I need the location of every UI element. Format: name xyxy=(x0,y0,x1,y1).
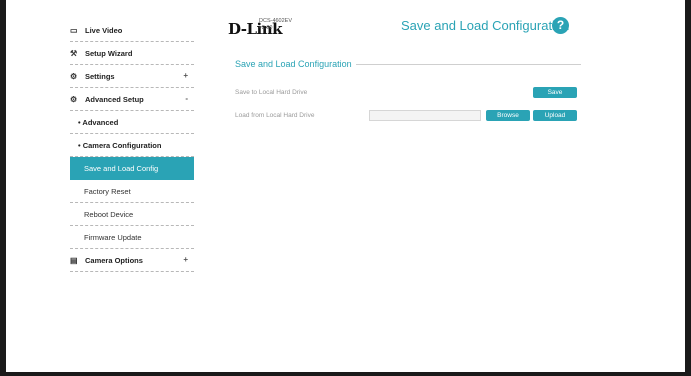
sidebar-item-camera-configuration[interactable]: • Camera Configuration xyxy=(70,134,194,157)
sidebar-item-label: Advanced Setup xyxy=(85,94,144,104)
page-frame: ▭ Live Video ⚒ Setup Wizard ⚙ Settings +… xyxy=(4,0,687,372)
sidebar-item-label: • Camera Configuration xyxy=(78,140,162,150)
advanced-gear-icon: ⚙ xyxy=(70,94,78,104)
upload-button[interactable]: Upload xyxy=(533,110,577,121)
model-name: DCS-4602EV xyxy=(259,18,293,24)
save-row-label: Save to Local Hard Drive xyxy=(235,89,308,96)
sidebar-item-label: Save and Load Config xyxy=(84,163,159,173)
sidebar-item-label: Firmware Update xyxy=(84,232,142,242)
model-info: DCS-4602EV v2.00 xyxy=(259,18,292,32)
gear-icon: ⚙ xyxy=(70,71,78,81)
expand-icon: + xyxy=(183,255,188,264)
sidebar-item-reboot-device[interactable]: Reboot Device xyxy=(70,203,194,226)
expand-icon: + xyxy=(183,71,188,80)
sidebar-item-firmware-update[interactable]: Firmware Update xyxy=(70,226,194,249)
video-icon: ▭ xyxy=(70,25,78,35)
sidebar-item-save-and-load-config[interactable]: Save and Load Config xyxy=(70,157,194,180)
sidebar-item-label: Setup Wizard xyxy=(85,48,133,58)
sidebar-item-setup-wizard[interactable]: ⚒ Setup Wizard xyxy=(70,42,194,65)
browse-button[interactable]: Browse xyxy=(486,110,530,121)
sidebar-item-advanced[interactable]: • Advanced xyxy=(70,111,194,134)
sidebar-item-advanced-setup[interactable]: ⚙ Advanced Setup - xyxy=(70,88,194,111)
section-divider xyxy=(351,64,581,65)
help-icon[interactable]: ? xyxy=(552,17,569,34)
section-title: Save and Load Configuration xyxy=(235,59,356,69)
sidebar-item-live-video[interactable]: ▭ Live Video xyxy=(70,19,194,42)
sidebar-item-label: Live Video xyxy=(85,25,123,35)
collapse-icon: - xyxy=(185,94,188,103)
firmware-version: v2.00 xyxy=(259,25,273,31)
sidebar-item-settings[interactable]: ⚙ Settings + xyxy=(70,65,194,88)
sidebar-item-camera-options[interactable]: ▤ Camera Options + xyxy=(70,249,194,272)
sidebar-item-label: • Advanced xyxy=(78,117,119,127)
sidebar-item-label: Reboot Device xyxy=(84,209,134,219)
load-row-label: Load from Local Hard Drive xyxy=(235,112,315,119)
sidebar-item-label: Camera Options xyxy=(85,255,143,265)
file-path-input[interactable] xyxy=(369,110,481,121)
sidebar-item-label: Factory Reset xyxy=(84,186,131,196)
sidebar: ▭ Live Video ⚒ Setup Wizard ⚙ Settings +… xyxy=(70,19,194,272)
sidebar-item-label: Settings xyxy=(85,71,115,81)
sidebar-item-factory-reset[interactable]: Factory Reset xyxy=(70,180,194,203)
save-button[interactable]: Save xyxy=(533,87,577,98)
page-title: Save and Load Configuration xyxy=(401,18,570,33)
wizard-icon: ⚒ xyxy=(70,48,78,58)
document-icon: ▤ xyxy=(70,255,78,265)
